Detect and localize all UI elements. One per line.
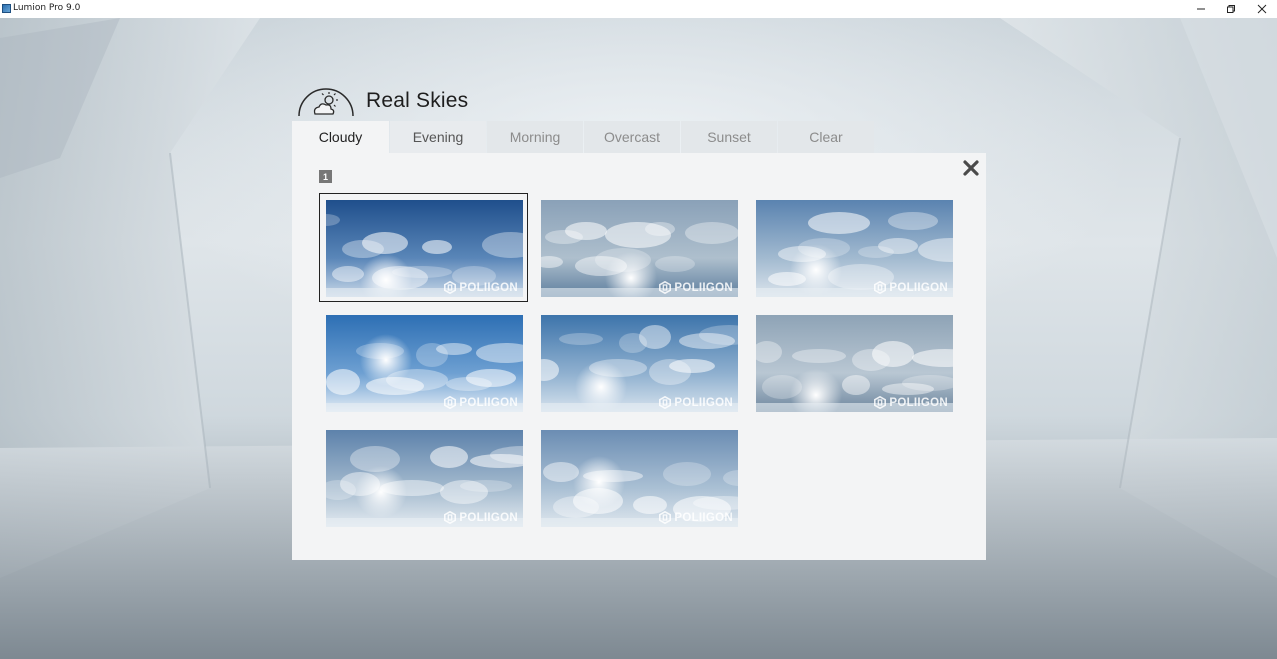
tab-cloudy[interactable]: Cloudy: [292, 121, 389, 153]
tab-clear[interactable]: Clear: [778, 121, 874, 153]
poliigon-watermark: POLIIGON: [874, 281, 948, 294]
restore-button[interactable]: [1216, 0, 1246, 18]
page-number-badge: 1: [319, 170, 332, 183]
poliigon-logo-icon: [874, 281, 887, 294]
watermark-text: POLIIGON: [459, 281, 518, 294]
sky-thumbnail-7[interactable]: POLIIGON: [326, 430, 523, 527]
poliigon-logo-icon: [444, 281, 457, 294]
close-panel-button[interactable]: [962, 159, 980, 177]
close-icon: [1257, 4, 1267, 14]
watermark-text: POLIIGON: [889, 396, 948, 409]
poliigon-watermark: POLIIGON: [444, 281, 518, 294]
poliigon-logo-icon: [444, 511, 457, 524]
poliigon-logo-icon: [444, 396, 457, 409]
tab-evening[interactable]: Evening: [390, 121, 486, 153]
watermark-text: POLIIGON: [889, 281, 948, 294]
poliigon-logo-icon: [874, 396, 887, 409]
sky-thumbnail-5[interactable]: POLIIGON: [541, 315, 738, 412]
sky-thumbnail-4[interactable]: POLIIGON: [326, 315, 523, 412]
tab-overcast[interactable]: Overcast: [584, 121, 680, 153]
sky-thumbnail-8[interactable]: POLIIGON: [541, 430, 738, 527]
poliigon-watermark: POLIIGON: [659, 396, 733, 409]
window-title: Lumion Pro 9.0: [13, 3, 81, 13]
poliigon-logo-icon: [659, 396, 672, 409]
poliigon-watermark: POLIIGON: [874, 396, 948, 409]
minimize-icon: [1197, 8, 1205, 10]
panel-title: Real Skies: [366, 89, 469, 112]
sky-thumbnail-1[interactable]: POLIIGON: [319, 193, 528, 302]
poliigon-watermark: POLIIGON: [444, 396, 518, 409]
sky-thumbnail-6[interactable]: POLIIGON: [756, 315, 953, 412]
sky-thumbnail-2[interactable]: POLIIGON: [541, 200, 738, 297]
tab-sunset[interactable]: Sunset: [681, 121, 777, 153]
poliigon-logo-icon: [659, 511, 672, 524]
poliigon-watermark: POLIIGON: [659, 511, 733, 524]
sky-category-tabs: Cloudy Evening Morning Overcast Sunset C…: [292, 121, 875, 153]
window-titlebar: Lumion Pro 9.0: [0, 0, 1277, 19]
cloud-sun-icon: [298, 88, 354, 117]
poliigon-watermark: POLIIGON: [659, 281, 733, 294]
lumion-app-icon: [2, 4, 11, 13]
watermark-text: POLIIGON: [674, 511, 733, 524]
poliigon-watermark: POLIIGON: [444, 511, 518, 524]
watermark-text: POLIIGON: [459, 511, 518, 524]
restore-icon: [1227, 5, 1235, 13]
close-icon: [963, 160, 979, 176]
watermark-text: POLIIGON: [459, 396, 518, 409]
poliigon-logo-icon: [659, 281, 672, 294]
minimize-button[interactable]: [1186, 0, 1216, 18]
real-skies-panel: 1 POLIIGON POLIIGON POLIIGON POLIIGON PO…: [292, 153, 986, 560]
tab-morning[interactable]: Morning: [487, 121, 583, 153]
watermark-text: POLIIGON: [674, 396, 733, 409]
sky-thumbnail-3[interactable]: POLIIGON: [756, 200, 953, 297]
watermark-text: POLIIGON: [674, 281, 733, 294]
close-window-button[interactable]: [1247, 0, 1277, 18]
